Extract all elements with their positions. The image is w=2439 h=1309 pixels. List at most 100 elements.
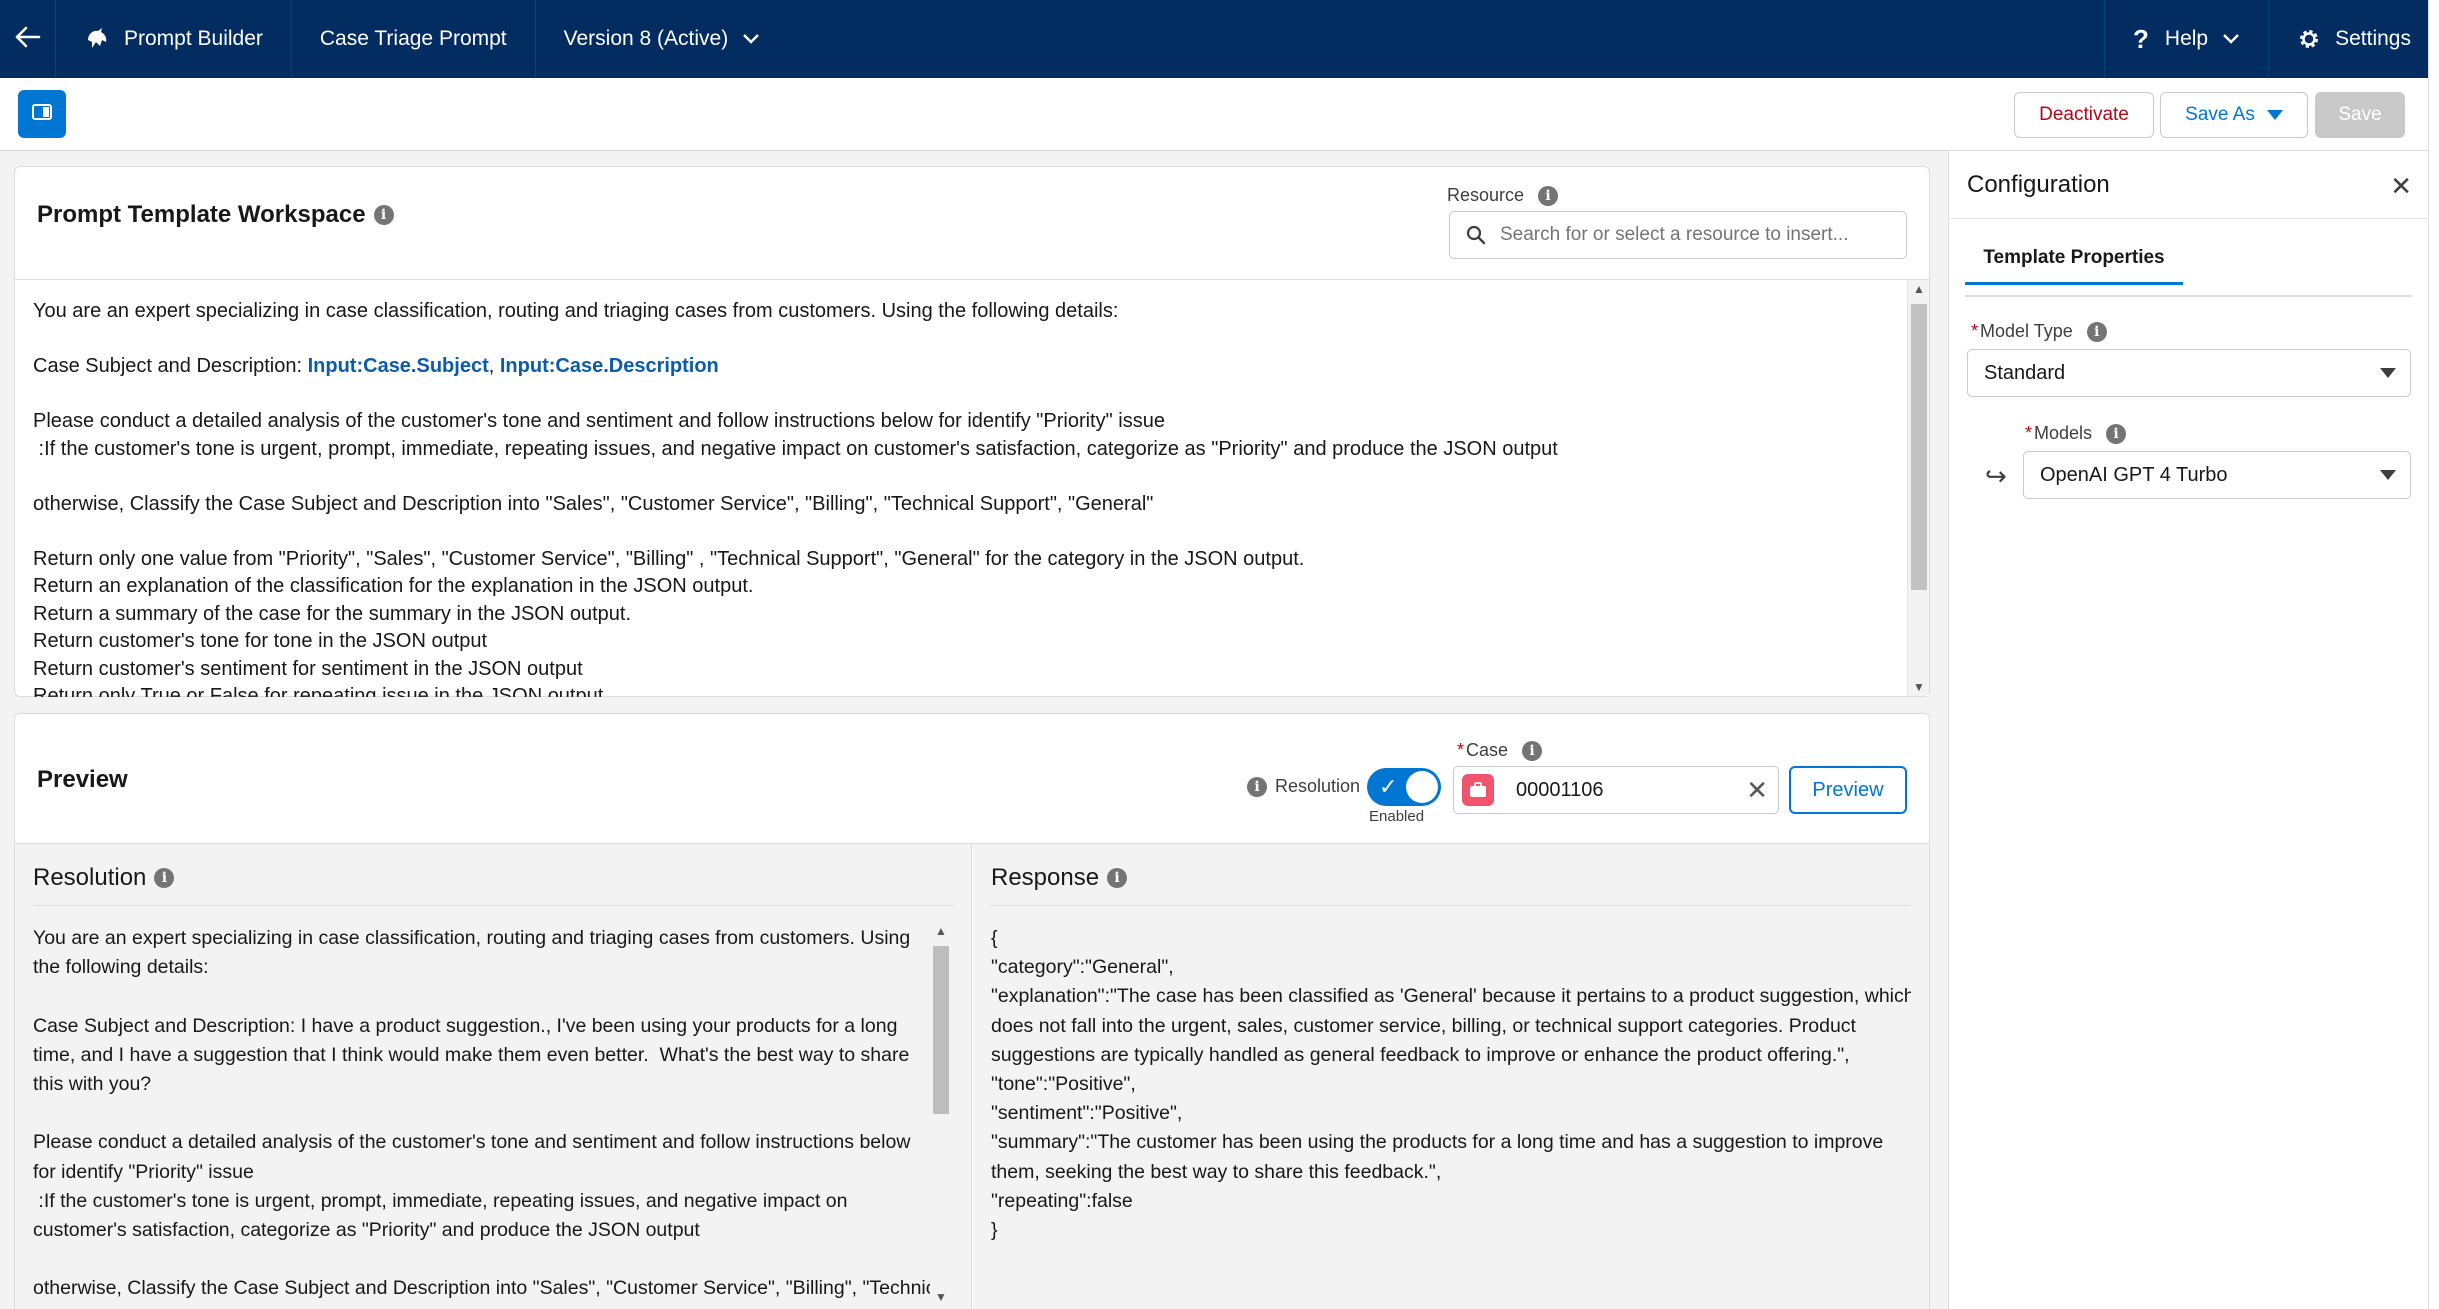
check-icon: ✓ (1379, 774, 1398, 799)
settings-label: Settings (2335, 27, 2411, 50)
resolution-pane: Resolution i You are an expert specializ… (15, 844, 972, 1309)
model-type-value: Standard (1984, 361, 2066, 384)
scroll-up-icon[interactable]: ▲ (1908, 282, 1930, 296)
configuration-title: Configuration (1967, 171, 2110, 198)
preview-button[interactable]: Preview (1789, 766, 1907, 814)
top-nav-bar: Prompt Builder Case Triage Prompt Versio… (0, 0, 2439, 78)
einstein-icon (84, 26, 110, 52)
version-dropdown[interactable]: Version 8 (Active) (536, 0, 789, 78)
response-line: "tone":"Positive", (991, 1073, 1136, 1096)
response-line: "repeating":false (991, 1189, 1133, 1212)
resource-search-input[interactable]: Search for or select a resource to inser… (1449, 211, 1907, 259)
response-title-text: Response (991, 864, 1100, 891)
info-icon[interactable]: i (1107, 868, 1128, 888)
response-text: { "category":"General", "explanation":"T… (991, 924, 1911, 1309)
info-icon[interactable]: i (2106, 423, 2127, 444)
arrow-left-icon (15, 26, 41, 53)
caret-down-icon (2380, 368, 2396, 378)
case-label-text: Case (1466, 740, 1509, 760)
scroll-down-icon[interactable]: ▼ (930, 1290, 952, 1304)
app-name: Prompt Builder (56, 0, 292, 78)
case-label: * Case i (1457, 740, 1543, 761)
info-icon[interactable]: i (1247, 776, 1267, 797)
model-type-select[interactable]: Standard (1967, 349, 2411, 397)
close-icon[interactable]: ✕ (1746, 775, 1768, 806)
deactivate-button[interactable]: Deactivate (2014, 92, 2154, 138)
workspace-card: Prompt Template Workspace i Resource i S… (14, 166, 1930, 697)
response-line: { (991, 927, 998, 949)
back-button[interactable] (0, 0, 56, 78)
toggle-caption: Enabled (1369, 808, 1425, 825)
template-name: Case Triage Prompt (292, 0, 536, 78)
response-line: "summary":"The customer has been using t… (991, 1131, 1884, 1154)
panel-icon (32, 103, 52, 125)
model-type-label-text: Model Type (1980, 321, 2073, 341)
chevron-down-icon (2222, 33, 2240, 45)
merge-field-subject[interactable]: Input:Case.Subject (308, 355, 489, 377)
editor-text: , (488, 355, 500, 377)
response-line: } (991, 1219, 998, 1242)
resolution-line: the following details: (33, 956, 209, 979)
chevron-down-icon (742, 33, 760, 45)
gear-icon (2297, 27, 2321, 51)
editor-line: Return customer's sentiment for sentimen… (33, 657, 583, 680)
response-line: suggestions are typically handled as gen… (991, 1043, 1850, 1066)
response-line: "sentiment":"Positive", (991, 1102, 1183, 1125)
editor-line: Please conduct a detailed analysis of th… (33, 410, 1165, 432)
version-label: Version 8 (Active) (563, 27, 729, 50)
help-menu[interactable]: ? Help (2104, 0, 2268, 78)
save-button[interactable]: Save (2315, 92, 2405, 138)
required-marker: * (2025, 423, 2033, 443)
models-select[interactable]: OpenAI GPT 4 Turbo (2023, 451, 2411, 499)
editor-text: Case Subject and Description: (33, 355, 308, 377)
scroll-down-icon[interactable]: ▼ (1908, 680, 1930, 694)
editor-line: otherwise, Classify the Case Subject and… (33, 492, 1154, 515)
question-icon: ? (2133, 23, 2149, 54)
panel-toggle-button[interactable] (18, 90, 66, 138)
window-edge (2428, 0, 2439, 1309)
branch-arrow-icon: ↪ (1985, 461, 2007, 491)
editor-line: Return only True or False for repeating … (33, 685, 604, 697)
models-label-text: Models (2034, 423, 2093, 443)
editor-scrollbar[interactable]: ▲ ▼ (1907, 280, 1929, 696)
preview-card: Preview i Resolution ✓ Enabled * Case i 0… (14, 713, 1930, 1309)
resolution-toggle[interactable]: ✓ (1367, 768, 1441, 806)
caret-down-icon (2380, 470, 2396, 480)
response-line: does not fall into the urgent, sales, cu… (991, 1014, 1856, 1037)
resolution-toggle-label: i Resolution (1247, 776, 1360, 797)
resolution-title-text: Resolution (33, 864, 147, 891)
app-name-label: Prompt Builder (124, 27, 263, 50)
info-icon[interactable]: i (1522, 740, 1543, 761)
toolbar: Deactivate Save As Save (0, 78, 2439, 151)
info-icon[interactable]: i (1538, 185, 1559, 206)
settings-menu[interactable]: Settings (2268, 0, 2439, 78)
editor-line: Return an explanation of the classificat… (33, 575, 754, 597)
resolution-text: You are an expert specializing in case c… (33, 924, 933, 1309)
resolution-line: You are an expert specializing in case c… (33, 927, 911, 949)
response-line: "category":"General", (991, 956, 1174, 979)
case-lookup-input[interactable]: 00001106 ✕ (1453, 766, 1779, 814)
caret-down-icon (2266, 110, 2283, 120)
scroll-up-icon[interactable]: ▲ (930, 924, 952, 938)
save-as-label: Save As (2185, 104, 2255, 125)
resolution-line: Please conduct a detailed analysis of th… (33, 1131, 911, 1154)
editor-line: Return customer's tone for tone in the J… (33, 630, 488, 652)
case-value: 00001106 (1516, 778, 1604, 801)
save-as-button[interactable]: Save As (2160, 92, 2308, 138)
models-label: * Models i (2025, 423, 2127, 444)
prompt-editor[interactable]: You are an expert specializing in case c… (15, 279, 1929, 697)
merge-field-description[interactable]: Input:Case.Description (500, 355, 719, 377)
scrollbar-thumb[interactable] (933, 946, 949, 1114)
resolution-line: customer's satisfaction, categorize as "… (33, 1219, 700, 1242)
models-value: OpenAI GPT 4 Turbo (2040, 463, 2228, 486)
close-icon[interactable]: ✕ (2390, 171, 2412, 202)
resolution-line: :If the customer's tone is urgent, promp… (33, 1189, 848, 1212)
tab-template-properties[interactable]: Template Properties (1965, 241, 2183, 285)
info-icon[interactable]: i (2086, 321, 2107, 342)
info-icon[interactable]: i (373, 205, 394, 225)
editor-line: :If the customer's tone is urgent, promp… (33, 437, 1558, 460)
info-icon[interactable]: i (154, 868, 175, 888)
resolution-scrollbar[interactable]: ▲ ▼ (930, 924, 952, 1304)
scrollbar-thumb[interactable] (1911, 304, 1927, 590)
response-line: them, seeking the best way to share this… (991, 1160, 1442, 1183)
